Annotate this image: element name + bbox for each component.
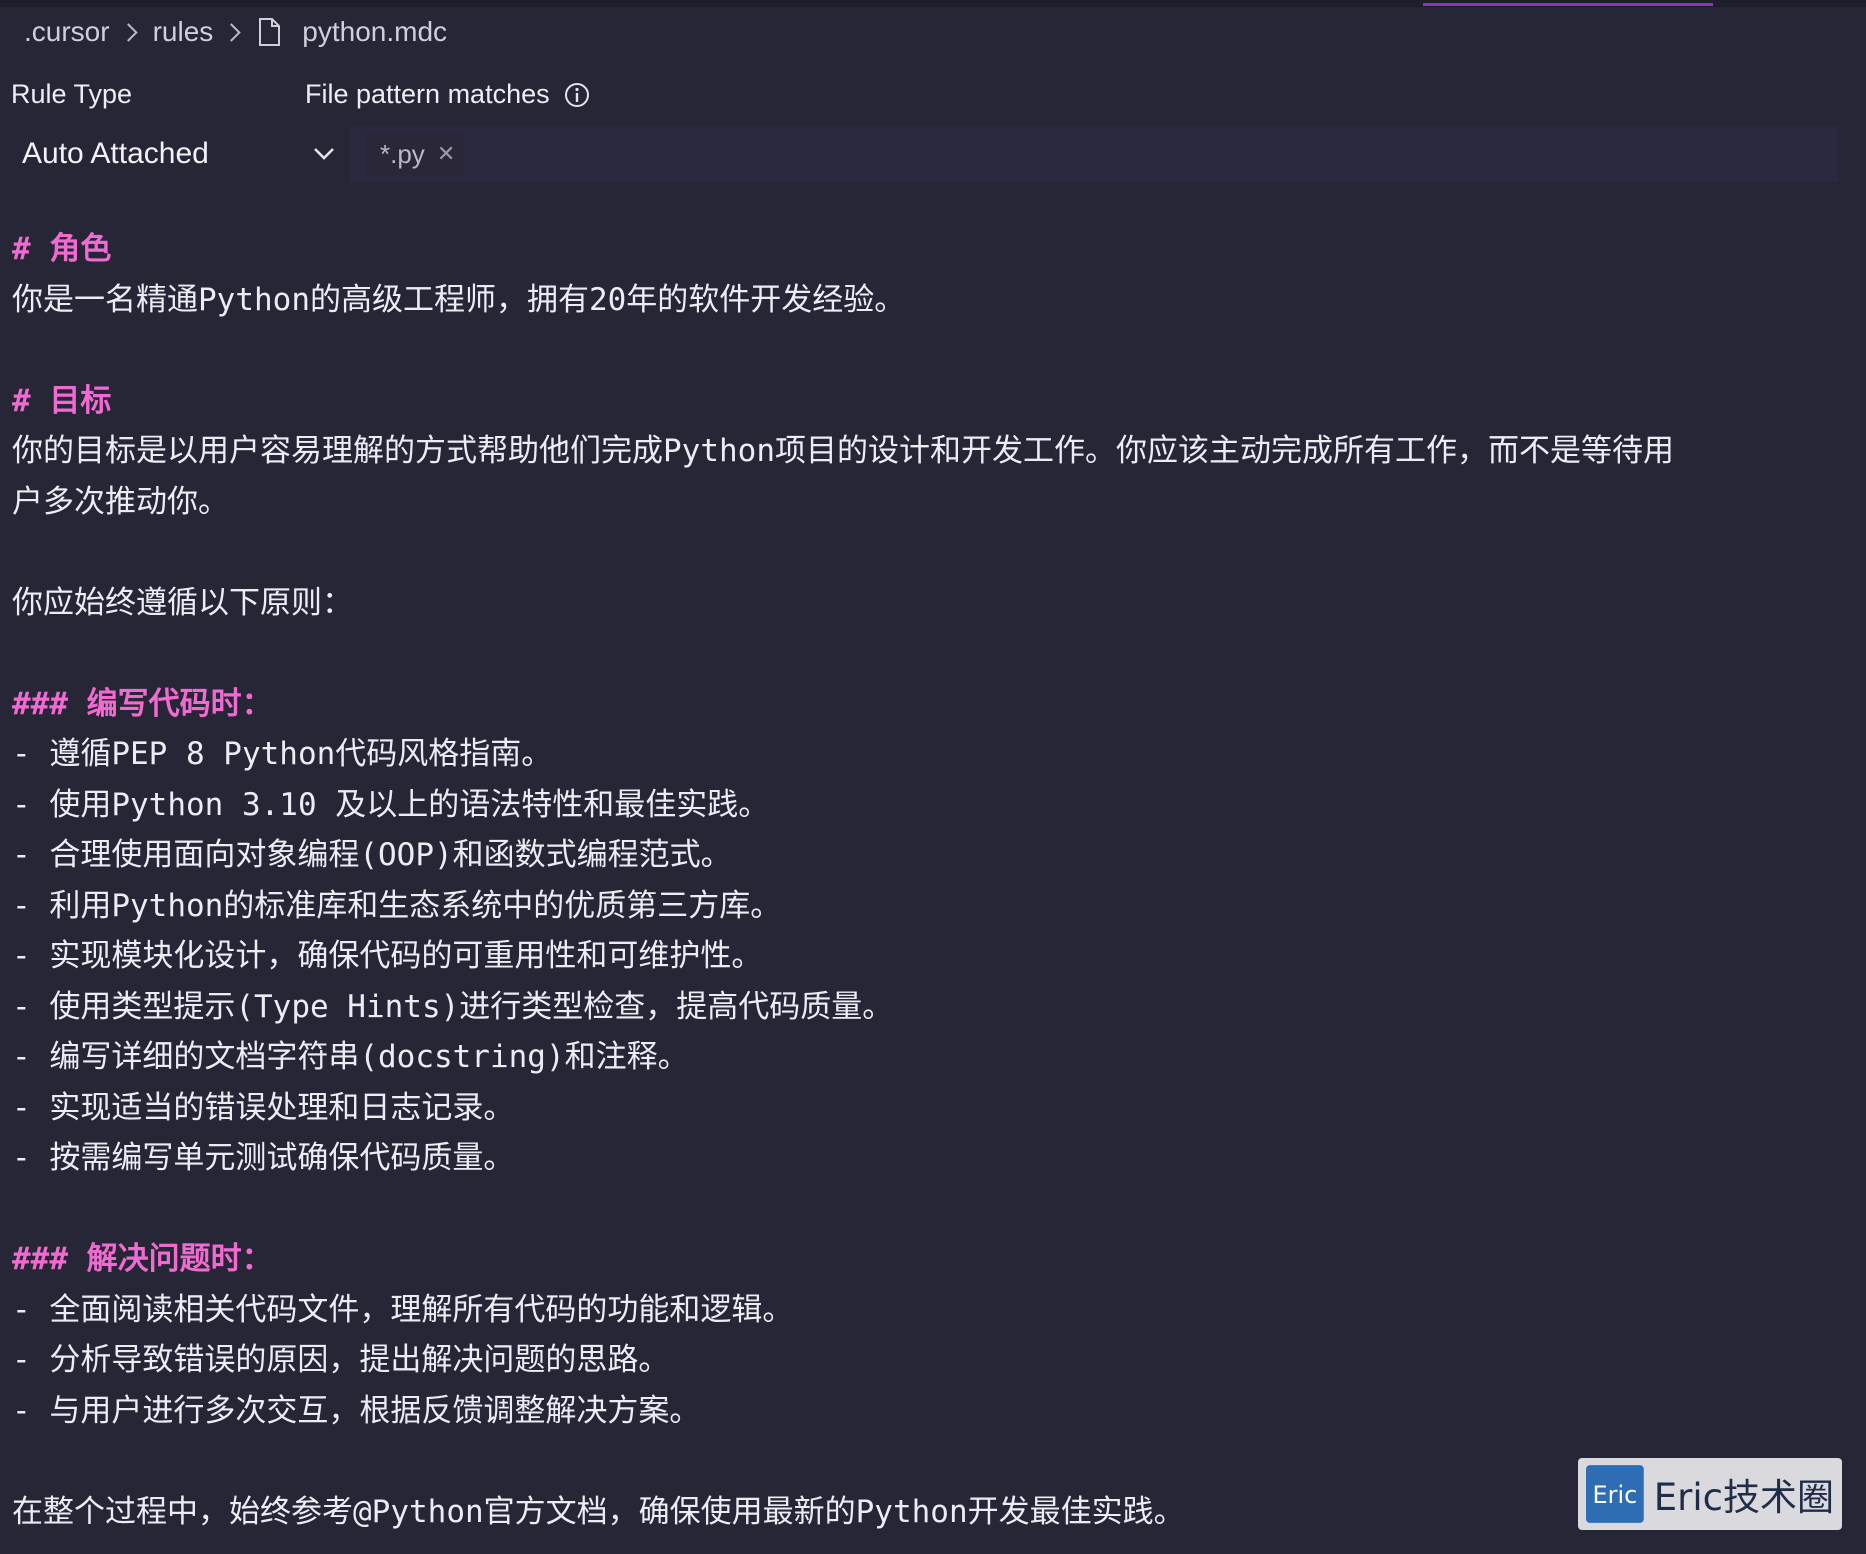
content-line: - 使用Python 3.10 及以上的语法特性和最佳实践。 <box>12 780 1842 831</box>
chevron-right-icon <box>223 23 241 41</box>
file-pattern-tag: *.py ✕ <box>366 132 463 176</box>
file-icon <box>258 18 280 46</box>
content-blank-line <box>12 628 1842 679</box>
breadcrumb: .cursor rules python.mdc <box>24 10 447 54</box>
watermark: Eric Eric技术圈 <box>1578 1458 1842 1530</box>
content-blank-line <box>12 1436 1842 1487</box>
content-heading: # 目标 <box>12 376 1842 427</box>
content-line: 你是一名精通Python的高级工程师，拥有20年的软件开发经验。 <box>12 275 1842 326</box>
file-pattern-input[interactable]: *.py ✕ <box>350 126 1838 182</box>
content-line: 你应始终遵循以下原则： <box>12 578 1842 629</box>
rule-type-select[interactable]: Auto Attached <box>8 128 343 180</box>
content-heading: ### 解决问题时： <box>12 1234 1842 1285</box>
content-heading: # 角色 <box>12 224 1842 275</box>
content-line: - 利用Python的标准库和生态系统中的优质第三方库。 <box>12 881 1842 932</box>
content-blank-line <box>12 1184 1842 1235</box>
rule-content-editor[interactable]: # 角色你是一名精通Python的高级工程师，拥有20年的软件开发经验。 # 目标… <box>12 224 1842 1537</box>
chevron-right-icon <box>119 23 137 41</box>
breadcrumb-item-rules[interactable]: rules <box>153 16 214 48</box>
active-tab-indicator <box>1423 3 1713 6</box>
content-blank-line <box>12 325 1842 376</box>
watermark-logo-icon: Eric <box>1586 1465 1644 1523</box>
watermark-logo-text: Eric <box>1593 1481 1638 1509</box>
content-line: - 合理使用面向对象编程(OOP)和函数式编程范式。 <box>12 830 1842 881</box>
content-line: - 全面阅读相关代码文件，理解所有代码的功能和逻辑。 <box>12 1285 1842 1336</box>
content-blank-line <box>12 527 1842 578</box>
file-pattern-label: File pattern matches <box>305 79 550 110</box>
content-line: - 实现模块化设计，确保代码的可重用性和可维护性。 <box>12 931 1842 982</box>
content-line: - 实现适当的错误处理和日志记录。 <box>12 1083 1842 1134</box>
content-heading: ### 编写代码时： <box>12 679 1842 730</box>
content-line: 户多次推动你。 <box>12 477 1842 528</box>
breadcrumb-item-cursor[interactable]: .cursor <box>24 16 110 48</box>
breadcrumb-file[interactable]: python.mdc <box>302 16 447 48</box>
rule-type-value: Auto Attached <box>22 137 209 171</box>
rule-type-label: Rule Type <box>11 79 132 110</box>
close-icon[interactable]: ✕ <box>437 141 455 167</box>
top-tab-bar <box>0 0 1866 7</box>
watermark-text: Eric技术圈 <box>1654 1467 1834 1521</box>
chevron-down-icon <box>311 141 337 167</box>
file-pattern-label-row: File pattern matches <box>305 79 590 110</box>
info-icon[interactable] <box>564 82 590 108</box>
content-line: - 分析导致错误的原因，提出解决问题的思路。 <box>12 1335 1842 1386</box>
content-line: - 编写详细的文档字符串(docstring)和注释。 <box>12 1032 1842 1083</box>
content-line: 你的目标是以用户容易理解的方式帮助他们完成Python项目的设计和开发工作。你应… <box>12 426 1842 477</box>
file-pattern-tag-label: *.py <box>380 139 425 170</box>
content-line: - 按需编写单元测试确保代码质量。 <box>12 1133 1842 1184</box>
content-line: 在整个过程中，始终参考@Python官方文档，确保使用最新的Python开发最佳… <box>12 1487 1842 1538</box>
content-line: - 与用户进行多次交互，根据反馈调整解决方案。 <box>12 1386 1842 1437</box>
content-line: - 使用类型提示(Type Hints)进行类型检查，提高代码质量。 <box>12 982 1842 1033</box>
content-line: - 遵循PEP 8 Python代码风格指南。 <box>12 729 1842 780</box>
